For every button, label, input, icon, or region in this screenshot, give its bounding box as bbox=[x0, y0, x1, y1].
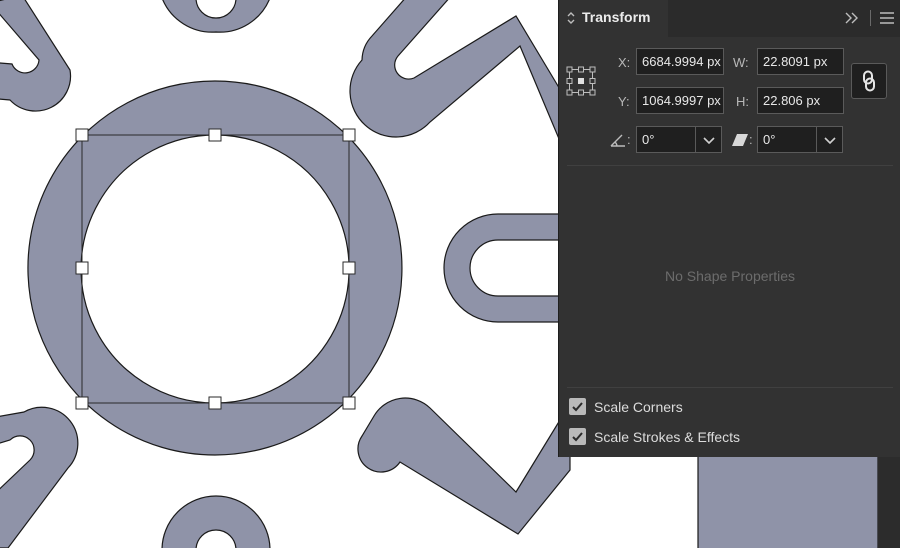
artwork-shape-right-middle bbox=[443, 213, 561, 323]
x-label: X: bbox=[618, 55, 631, 70]
w-label: W: bbox=[733, 55, 749, 70]
h-label: H: bbox=[736, 94, 749, 109]
y-position-field[interactable]: 1064.9997 px bbox=[636, 87, 724, 114]
reference-point-grid-icon[interactable] bbox=[566, 66, 596, 96]
angle-icon bbox=[610, 134, 625, 147]
section-divider-top bbox=[567, 165, 893, 166]
rotate-angle-dropdown[interactable]: 0° bbox=[636, 126, 722, 153]
artwork-shape-top-center bbox=[162, 0, 270, 33]
transform-panel: Transform X: 6684.9994 px W: 22.8091 px … bbox=[558, 0, 900, 457]
rotate-label: : bbox=[627, 132, 631, 147]
chevron-down-icon bbox=[703, 137, 715, 145]
artwork-shape-bottom-rect bbox=[697, 454, 879, 548]
tab-bar-divider bbox=[870, 10, 871, 26]
chevron-down-icon bbox=[824, 137, 836, 145]
shear-angle-value: 0° bbox=[763, 132, 776, 147]
shear-icon bbox=[732, 134, 748, 146]
artwork-shape-top-right bbox=[349, 0, 571, 166]
constrain-proportions-button[interactable] bbox=[851, 63, 887, 99]
shear-angle-dropdown[interactable]: 0° bbox=[757, 126, 843, 153]
width-field[interactable]: 22.8091 px bbox=[757, 48, 844, 75]
link-chain-icon bbox=[863, 70, 875, 92]
rotate-angle-value: 0° bbox=[642, 132, 655, 147]
hamburger-menu-icon[interactable] bbox=[879, 10, 895, 26]
no-shape-properties-message: No Shape Properties bbox=[665, 268, 795, 284]
double-chevron-right-icon[interactable] bbox=[843, 9, 861, 27]
y-label: Y: bbox=[618, 94, 630, 109]
artwork-shape-bottom-center bbox=[161, 495, 271, 548]
checkmark-icon bbox=[572, 402, 583, 412]
checkmark-icon bbox=[572, 432, 583, 442]
selection-bounding-box bbox=[81, 134, 350, 404]
tab-transform[interactable]: Transform bbox=[559, 0, 668, 37]
artwork-shape-top-left bbox=[0, 0, 72, 112]
x-position-field[interactable]: 6684.9994 px bbox=[636, 48, 724, 75]
tab-transform-label: Transform bbox=[582, 9, 651, 25]
shear-label: : bbox=[749, 132, 753, 147]
scale-strokes-effects-label[interactable]: Scale Strokes & Effects bbox=[594, 429, 740, 445]
height-field[interactable]: 22.806 px bbox=[757, 87, 844, 114]
artwork-shape-bottom-left bbox=[0, 406, 79, 548]
section-divider-bottom bbox=[567, 387, 893, 388]
scale-corners-checkbox[interactable] bbox=[569, 398, 586, 415]
panel-tab-bar: Transform bbox=[559, 0, 900, 37]
collapse-expand-arrows-icon[interactable] bbox=[566, 10, 576, 26]
scale-strokes-effects-checkbox[interactable] bbox=[569, 428, 586, 445]
artwork-shape-bottom-right bbox=[357, 397, 571, 535]
scale-corners-label[interactable]: Scale Corners bbox=[594, 399, 683, 415]
